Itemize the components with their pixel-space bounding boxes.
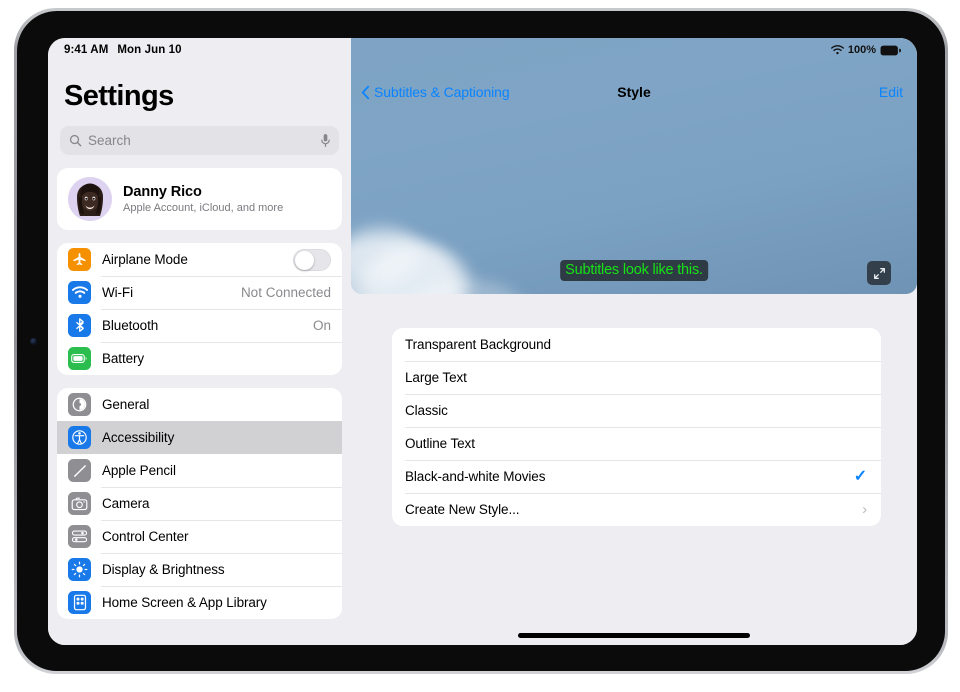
style-option-transparent-background[interactable]: Transparent Background: [392, 328, 881, 361]
page-title: Settings: [64, 80, 174, 112]
wifi-status-value: Not Connected: [240, 285, 331, 300]
style-option-label: Create New Style...: [405, 502, 520, 517]
chevron-left-icon: [361, 85, 370, 100]
account-card[interactable]: Danny Rico Apple Account, iCloud, and mo…: [57, 168, 342, 230]
sidebar-item-general[interactable]: General: [57, 388, 342, 421]
checkmark-icon: ✓: [853, 467, 867, 485]
detail-status-bar: 100%: [830, 44, 901, 56]
style-option-classic[interactable]: Classic: [392, 394, 881, 427]
account-subtitle: Apple Account, iCloud, and more: [123, 202, 284, 214]
accessibility-icon: [68, 426, 91, 449]
style-option-label: Large Text: [405, 370, 467, 385]
device-bezel: 9:41 AM Mon Jun 10 Settings Search Danny…: [17, 11, 945, 671]
search-icon: [69, 134, 82, 147]
sidebar-item-label: General: [102, 397, 150, 412]
sidebar-item-home-screen-app-library[interactable]: Home Screen & App Library: [57, 586, 342, 619]
style-option-outline-text[interactable]: Outline Text: [392, 427, 881, 460]
sidebar-item-label: Bluetooth: [102, 318, 159, 333]
style-option-large-text[interactable]: Large Text: [392, 361, 881, 394]
status-date: Mon Jun 10: [117, 44, 182, 56]
sidebar-item-label: Control Center: [102, 529, 189, 544]
style-option-label: Outline Text: [405, 436, 475, 451]
style-option-label: Transparent Background: [405, 337, 551, 352]
ipad-screen: 9:41 AM Mon Jun 10 Settings Search Danny…: [48, 38, 917, 645]
home-indicator[interactable]: [518, 633, 750, 638]
style-options-card: Transparent Background Large Text Classi…: [392, 328, 881, 526]
sidebar-item-label: Display & Brightness: [102, 562, 225, 577]
back-button[interactable]: Subtitles & Captioning: [361, 84, 510, 100]
expand-diagonal-icon[interactable]: [867, 261, 891, 285]
sidebar-item-label: Home Screen & App Library: [102, 595, 267, 610]
account-name: Danny Rico: [123, 184, 202, 200]
detail-pane: 100% Subtitles & Captioning Style Edit S…: [351, 38, 917, 645]
sidebar-item-control-center[interactable]: Control Center: [57, 520, 342, 553]
wifi-icon: [830, 45, 844, 55]
microphone-icon[interactable]: [320, 133, 331, 148]
battery-icon: [68, 347, 91, 370]
front-camera-icon: [30, 338, 37, 345]
style-option-label: Classic: [405, 403, 448, 418]
battery-full-icon: [880, 45, 901, 56]
airplane-icon: [68, 248, 91, 271]
pencil-icon: [68, 459, 91, 482]
sidebar-item-wifi[interactable]: Wi-Fi Not Connected: [57, 276, 342, 309]
ipad-device-frame: 9:41 AM Mon Jun 10 Settings Search Danny…: [14, 8, 948, 674]
connectivity-group: Airplane Mode Wi-Fi Not Connected Blueto…: [57, 243, 342, 375]
control-center-icon: [68, 525, 91, 548]
sidebar-item-label: Airplane Mode: [102, 252, 188, 267]
gear-icon: [68, 393, 91, 416]
edit-button[interactable]: Edit: [879, 84, 903, 100]
status-time: 9:41 AM: [64, 44, 109, 56]
settings-group: General Accessibility Apple Pencil Camer…: [57, 388, 342, 619]
subtitle-sample-text: Subtitles look like this.: [560, 260, 708, 281]
style-option-label: Black-and-white Movies: [405, 469, 546, 484]
search-placeholder: Search: [88, 133, 131, 148]
bluetooth-status-value: On: [312, 318, 331, 333]
wifi-icon: [68, 281, 91, 304]
airplane-mode-toggle[interactable]: [293, 248, 331, 271]
sidebar-item-label: Apple Pencil: [102, 463, 176, 478]
sidebar-item-label: Camera: [102, 496, 150, 511]
settings-sidebar: 9:41 AM Mon Jun 10 Settings Search Danny…: [48, 38, 351, 645]
sidebar-item-camera[interactable]: Camera: [57, 487, 342, 520]
sidebar-item-label: Wi-Fi: [102, 285, 133, 300]
sidebar-item-battery[interactable]: Battery: [57, 342, 342, 375]
style-option-black-and-white-movies[interactable]: Black-and-white Movies ✓: [392, 460, 881, 493]
brightness-icon: [68, 558, 91, 581]
status-bar: 9:41 AM Mon Jun 10: [48, 38, 351, 58]
sidebar-item-label: Accessibility: [102, 430, 175, 445]
subtitle-video-preview: 100% Subtitles & Captioning Style Edit S…: [351, 38, 917, 294]
battery-percent-label: 100%: [847, 44, 876, 56]
back-button-label: Subtitles & Captioning: [374, 84, 510, 100]
sidebar-item-apple-pencil[interactable]: Apple Pencil: [57, 454, 342, 487]
home-screen-icon: [68, 591, 91, 614]
camera-icon: [68, 492, 91, 515]
sidebar-item-accessibility[interactable]: Accessibility: [57, 421, 342, 454]
sidebar-item-bluetooth[interactable]: Bluetooth On: [57, 309, 342, 342]
memoji-avatar: [68, 177, 112, 221]
style-option-create-new-style[interactable]: Create New Style... ›: [392, 493, 881, 526]
sidebar-item-airplane-mode[interactable]: Airplane Mode: [57, 243, 342, 276]
search-input[interactable]: Search: [60, 126, 339, 155]
bluetooth-icon: [68, 314, 91, 337]
sidebar-item-label: Battery: [102, 351, 145, 366]
sidebar-item-display-brightness[interactable]: Display & Brightness: [57, 553, 342, 586]
chevron-right-icon: ›: [862, 501, 867, 518]
